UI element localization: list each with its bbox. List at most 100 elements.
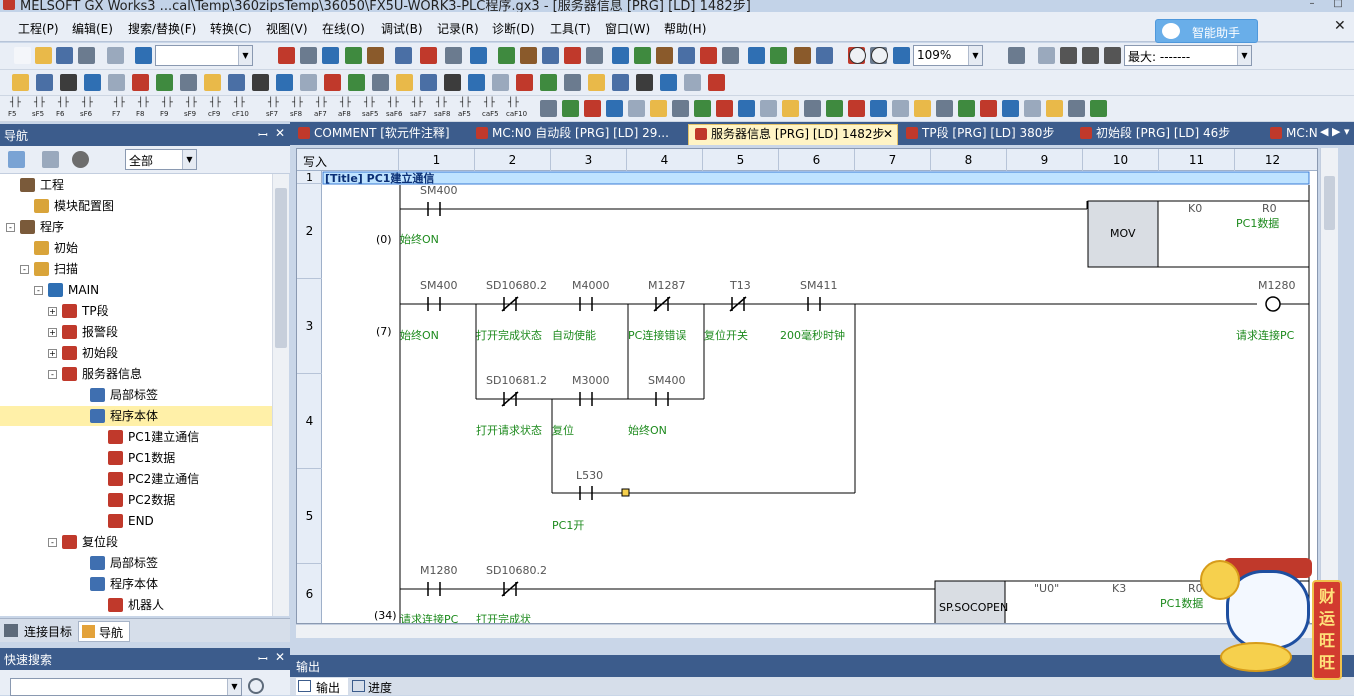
edit-19-icon[interactable]	[722, 47, 739, 64]
menu-item-7[interactable]: 记录(R)	[437, 20, 479, 37]
cursor-marker[interactable]	[621, 488, 630, 497]
prog-21-icon[interactable]	[516, 74, 533, 91]
collapse-icon[interactable]: -	[6, 223, 15, 232]
tool-19-icon[interactable]	[958, 100, 975, 117]
tree-node[interactable]: 程序本体	[0, 574, 272, 594]
ladder-cF9-button[interactable]: cF9 ┤├	[208, 98, 230, 120]
tree-scrollbar[interactable]	[272, 174, 289, 616]
edit-8-icon[interactable]	[470, 47, 487, 64]
std-1-icon[interactable]	[35, 47, 52, 64]
tool-9-icon[interactable]	[738, 100, 755, 117]
tool-10-icon[interactable]	[760, 100, 777, 117]
title-row[interactable]	[322, 171, 1310, 185]
edit-23-icon[interactable]	[816, 47, 833, 64]
prog-13-icon[interactable]	[324, 74, 341, 91]
edit-10-icon[interactable]	[520, 47, 537, 64]
prog-6-icon[interactable]	[156, 74, 173, 91]
ladder-saF5-button[interactable]: saF5 ┤├	[362, 98, 384, 120]
tool-5-icon[interactable]	[650, 100, 667, 117]
tool-22-icon[interactable]	[1024, 100, 1041, 117]
qs-close-icon[interactable]: ✕	[275, 650, 285, 664]
prog-29-icon[interactable]	[708, 74, 725, 91]
prog-7-icon[interactable]	[180, 74, 197, 91]
edit-16-icon[interactable]	[656, 47, 673, 64]
edit-5-icon[interactable]	[395, 47, 412, 64]
prog-8-icon[interactable]	[204, 74, 221, 91]
pin-icon[interactable]: ꟷ	[258, 126, 268, 143]
menu-item-9[interactable]: 工具(T)	[550, 20, 591, 37]
tree-node[interactable]: + 报警段	[0, 322, 272, 342]
ladder-cF10-button[interactable]: cF10 ┤├	[232, 98, 254, 120]
edit-1-icon[interactable]	[300, 47, 317, 64]
expand-icon[interactable]: +	[48, 328, 57, 337]
tool-14-icon[interactable]	[848, 100, 865, 117]
edit-11-icon[interactable]	[542, 47, 559, 64]
tool-21-icon[interactable]	[1002, 100, 1019, 117]
ladder-F5-button[interactable]: F5 ┤├	[8, 98, 30, 120]
edit-13-icon[interactable]	[586, 47, 603, 64]
tool-4-icon[interactable]	[628, 100, 645, 117]
minimize-button[interactable]: –	[1300, 0, 1324, 10]
menu-item-8[interactable]: 诊断(D)	[492, 20, 535, 37]
collapse-icon[interactable]: -	[20, 265, 29, 274]
tool-16-icon[interactable]	[892, 100, 909, 117]
ladder-sF7-button[interactable]: sF7 ┤├	[266, 98, 288, 120]
tool-17-icon[interactable]	[914, 100, 931, 117]
prog-23-icon[interactable]	[564, 74, 581, 91]
editor-tab[interactable]: MC:N	[1264, 124, 1324, 145]
editor-horizontal-scrollbar[interactable]	[296, 624, 1320, 638]
tree-node[interactable]: - 程序	[0, 217, 272, 237]
tool-1-icon[interactable]	[562, 100, 579, 117]
ladder-diagram[interactable]: [Title] PC1建立通信SM400(0) 始终ON MOVK0 R0PC1数据S…	[322, 171, 1318, 624]
tool-2-icon[interactable]	[584, 100, 601, 117]
tree-node[interactable]: 程序本体	[0, 406, 272, 426]
prog-15-icon[interactable]	[372, 74, 389, 91]
edit-21-icon[interactable]	[770, 47, 787, 64]
std-3-icon[interactable]	[78, 47, 95, 64]
prog-3-icon[interactable]	[84, 74, 101, 91]
edit-17-icon[interactable]	[678, 47, 695, 64]
editor-scroll-thumb[interactable]	[1324, 176, 1335, 230]
tool-13-icon[interactable]	[826, 100, 843, 117]
collapse-icon[interactable]: -	[34, 286, 43, 295]
prog-20-icon[interactable]	[492, 74, 509, 91]
maximize-button[interactable]: □	[1326, 0, 1350, 10]
tool-7-icon[interactable]	[694, 100, 711, 117]
prog-5-icon[interactable]	[132, 74, 149, 91]
coil-m1280[interactable]	[1265, 296, 1281, 312]
prog-0-icon[interactable]	[12, 74, 29, 91]
edit-7-icon[interactable]	[445, 47, 462, 64]
menu-item-10[interactable]: 窗口(W)	[605, 20, 650, 37]
monitor-4-icon[interactable]	[1104, 47, 1121, 64]
menu-item-1[interactable]: 编辑(E)	[72, 20, 113, 37]
ladder-F6-button[interactable]: F6 ┤├	[56, 98, 78, 120]
menu-item-3[interactable]: 转换(C)	[210, 20, 252, 37]
editor-tab[interactable]: 初始段 [PRG] [LD] 46步	[1074, 124, 1260, 145]
edit-3-icon[interactable]	[345, 47, 362, 64]
ladder-aF8-button[interactable]: aF8 ┤├	[338, 98, 360, 120]
tab-output[interactable]: 输出	[296, 678, 348, 695]
editor-tab[interactable]: 服务器信息 [PRG] [LD] 1482步 ✕	[688, 124, 898, 145]
prog-25-icon[interactable]	[612, 74, 629, 91]
chevron-down-icon[interactable]: ▼	[182, 150, 196, 169]
edit-22-icon[interactable]	[794, 47, 811, 64]
tool-15-icon[interactable]	[870, 100, 887, 117]
prog-24-icon[interactable]	[588, 74, 605, 91]
tool-18-icon[interactable]	[936, 100, 953, 117]
smart-helper-button[interactable]: 智能助手	[1155, 19, 1258, 43]
prog-18-icon[interactable]	[444, 74, 461, 91]
tool-23-icon[interactable]	[1046, 100, 1063, 117]
expand-icon[interactable]: +	[48, 349, 57, 358]
menu-item-4[interactable]: 视图(V)	[266, 20, 308, 37]
tool-3-icon[interactable]	[606, 100, 623, 117]
ladder-sF6-button[interactable]: sF6 ┤├	[80, 98, 102, 120]
edit-12-icon[interactable]	[564, 47, 581, 64]
monitor-3-icon[interactable]	[1082, 47, 1099, 64]
expand-icon[interactable]: +	[48, 307, 57, 316]
monitor-1-icon[interactable]	[1038, 47, 1055, 64]
collapse-icon[interactable]: -	[48, 370, 57, 379]
view-mode-icon[interactable]	[8, 151, 25, 168]
ladder-F7-button[interactable]: F7 ┤├	[112, 98, 134, 120]
tab-list-icon[interactable]: ▾	[1344, 125, 1350, 138]
quick-search-input[interactable]: ▼	[10, 678, 242, 696]
